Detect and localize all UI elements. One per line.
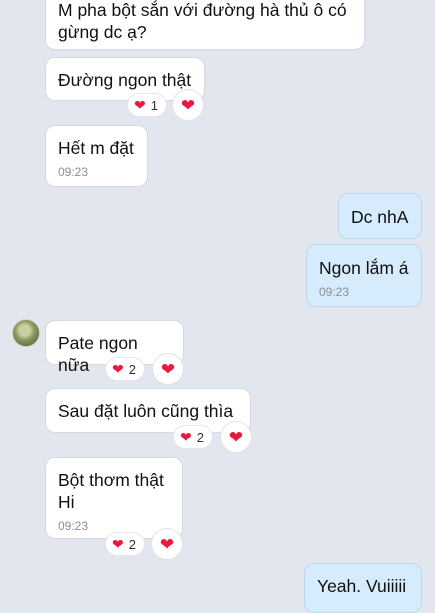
message-bubble[interactable]: Sau đặt luôn cũng thìa [45, 388, 251, 433]
react-button[interactable]: ❤ [152, 529, 182, 559]
message-bubble[interactable]: Dc nhA [338, 193, 422, 239]
reaction-summary[interactable]: ❤ 2 [106, 358, 144, 380]
message-bubble[interactable]: M pha bột sắn với đường hà thủ ô có gừng… [45, 0, 365, 50]
reaction-count: 2 [128, 536, 136, 552]
react-button[interactable]: ❤ [153, 354, 183, 384]
message-time: 09:23 [58, 165, 89, 179]
message-bubble[interactable]: Bột thơm thật Hi 09:23 [45, 457, 183, 539]
react-button[interactable]: ❤ [221, 422, 251, 452]
heart-icon: ❤ [160, 359, 176, 379]
message-text: Bột thơm thật Hi [58, 470, 164, 512]
heart-icon: ❤ [180, 95, 196, 115]
heart-icon: ❤ [228, 427, 244, 447]
message-text: Dc nhA [351, 207, 409, 227]
heart-icon: ❤ [112, 361, 124, 377]
reaction-count: 2 [196, 429, 204, 445]
heart-icon: ❤ [180, 429, 192, 445]
contact-avatar[interactable] [12, 319, 40, 347]
reaction-summary[interactable]: ❤ 2 [106, 533, 144, 555]
message-text: Ngon lắm á [319, 258, 409, 278]
message-text: M pha bột sắn với đường hà thủ ô có gừng… [58, 0, 347, 42]
message-bubble[interactable]: Ngon lắm á 09:23 [306, 244, 422, 307]
reaction-count: 2 [128, 361, 136, 377]
message-time: 09:23 [58, 519, 89, 533]
message-text: Hết m đặt [58, 138, 134, 158]
message-text: Sau đặt luôn cũng thìa [58, 401, 234, 421]
react-button[interactable]: ❤ [173, 90, 203, 120]
message-text: Đường ngon thật [58, 70, 192, 90]
heart-icon: ❤ [112, 536, 124, 552]
message-bubble[interactable]: Yeah. Vuiiiii [304, 563, 422, 613]
message-text: Yeah. Vuiiiii [317, 576, 407, 596]
reaction-summary[interactable]: ❤ 2 [174, 426, 212, 448]
message-bubble[interactable]: Hết m đặt 09:23 [45, 125, 148, 187]
heart-icon: ❤ [134, 97, 146, 113]
message-time: 09:23 [319, 285, 350, 299]
heart-icon: ❤ [159, 534, 175, 554]
reaction-summary[interactable]: ❤ 1 [128, 94, 166, 116]
reaction-count: 1 [150, 97, 158, 113]
